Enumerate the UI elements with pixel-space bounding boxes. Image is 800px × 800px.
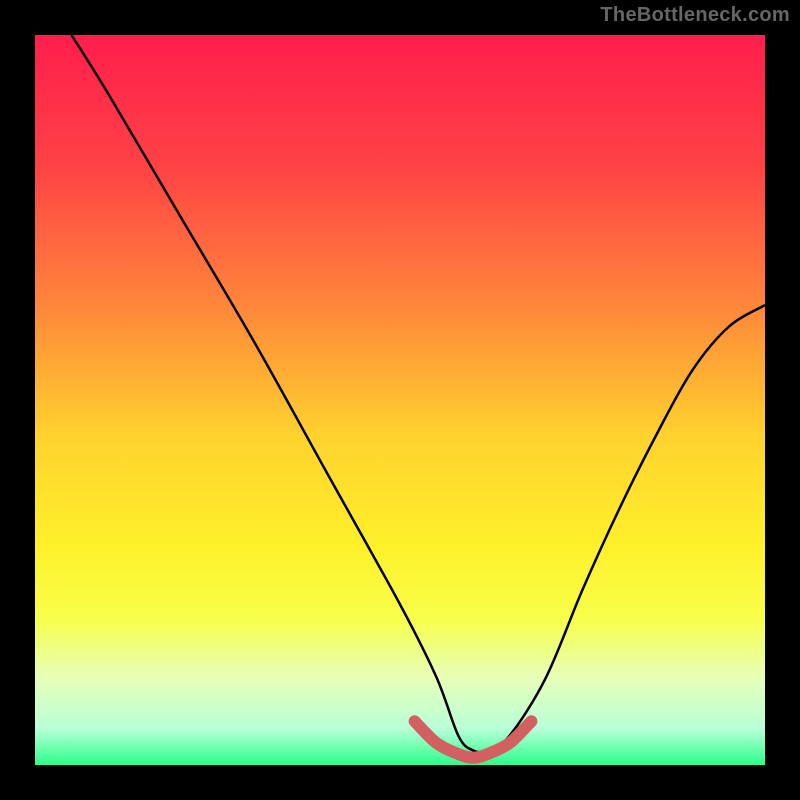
bottleneck-chart (0, 0, 800, 800)
watermark-label: TheBottleneck.com (600, 4, 790, 27)
chart-frame: TheBottleneck.com (0, 0, 800, 800)
plot-background (35, 35, 765, 765)
